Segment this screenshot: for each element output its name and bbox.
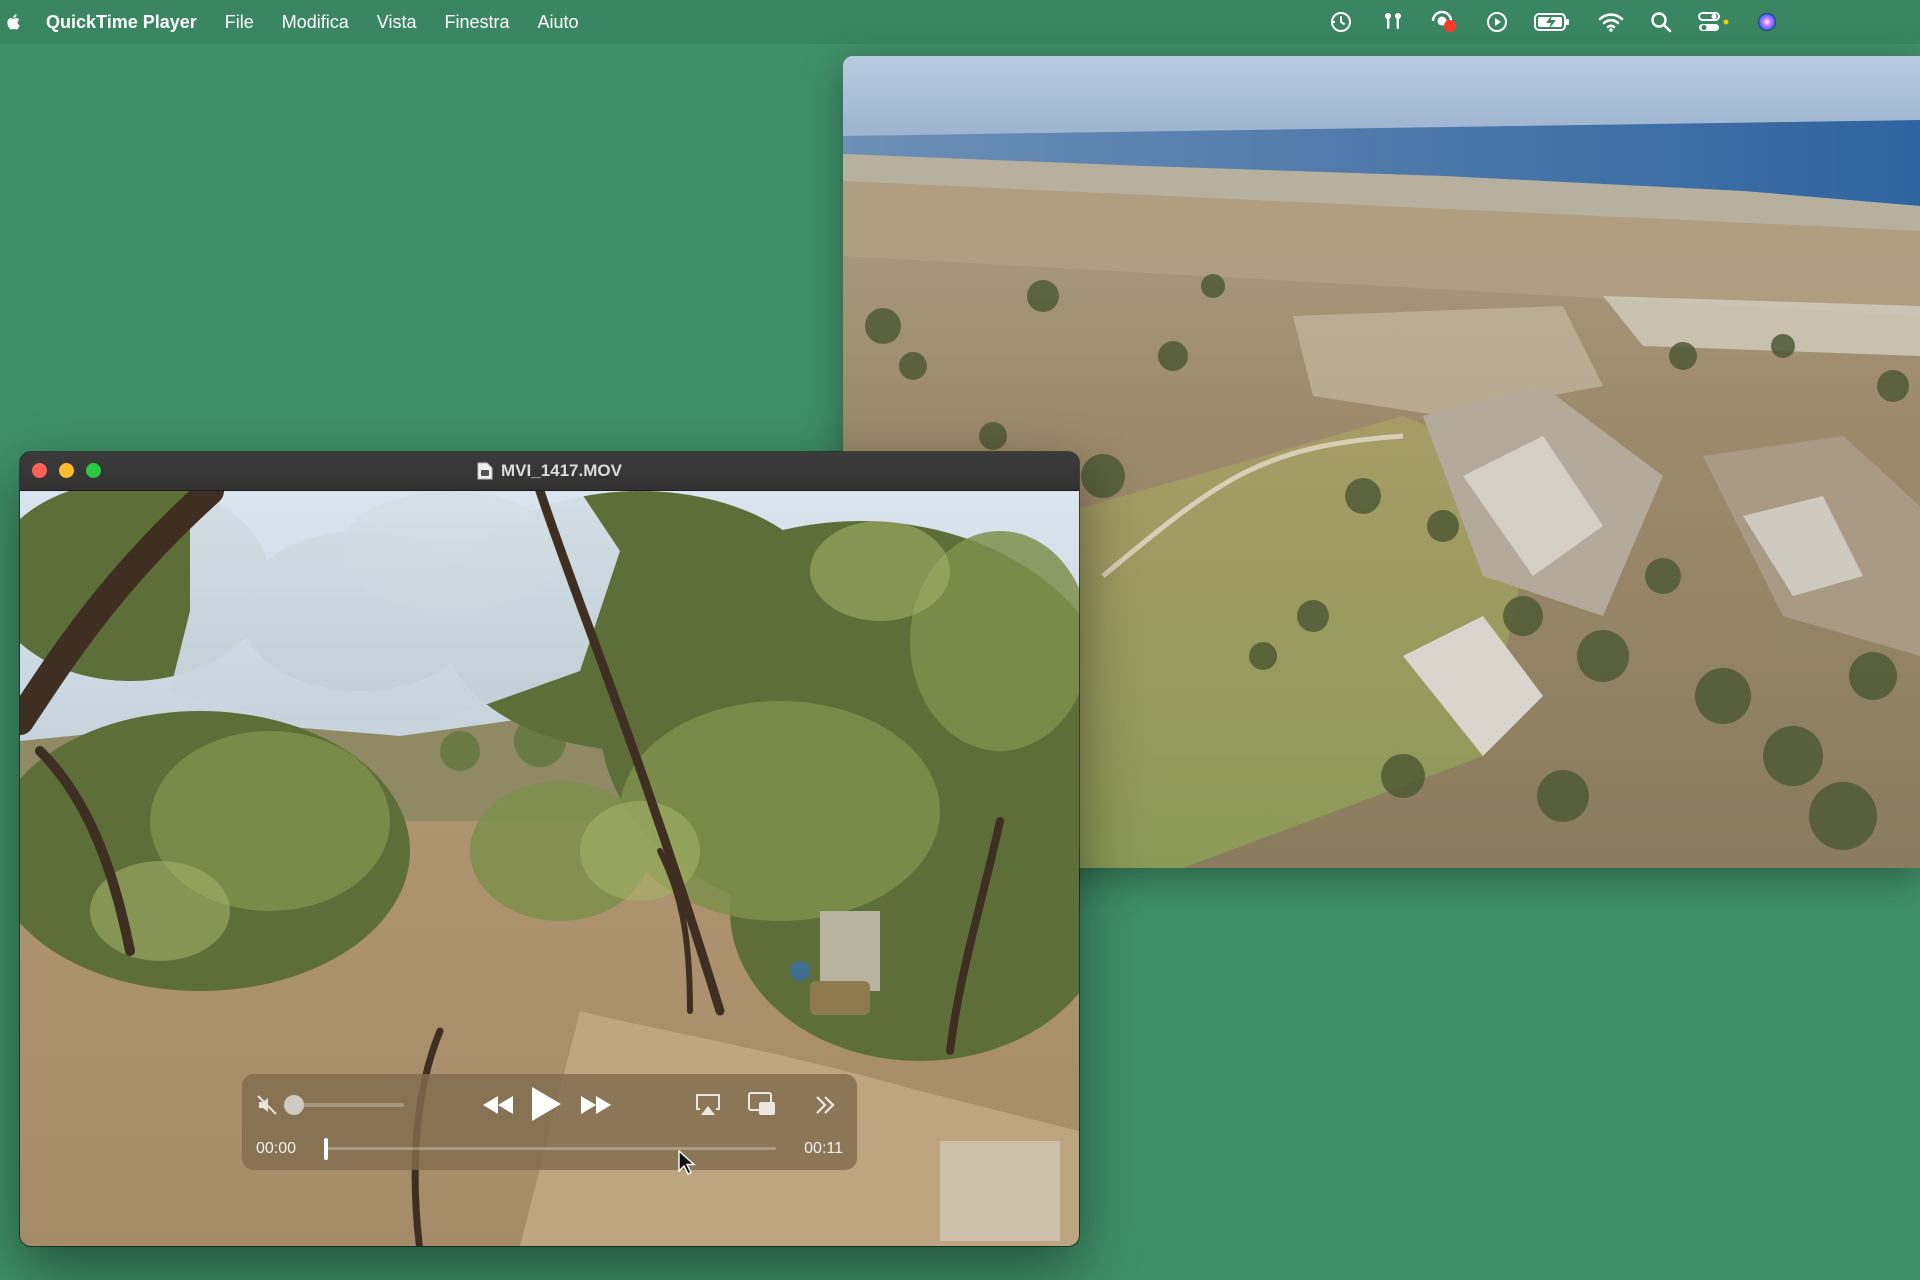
- menu-app-name[interactable]: QuickTime Player: [46, 0, 211, 44]
- window-title-bar[interactable]: MVI_1417.MOV: [20, 452, 1079, 491]
- picture-in-picture-button[interactable]: [746, 1090, 778, 1118]
- control-center-icon[interactable]: [1698, 9, 1730, 35]
- rewind-button[interactable]: [480, 1092, 516, 1118]
- quicktime-player-window[interactable]: MVI_1417.MOV 00:00 00:11: [20, 452, 1079, 1246]
- apple-menu-icon[interactable]: [4, 12, 24, 32]
- airplay-icon: [696, 1094, 720, 1115]
- speaker-muted-icon: [257, 1095, 277, 1115]
- menu-finestra[interactable]: Finestra: [431, 0, 524, 44]
- timeline-playhead[interactable]: [324, 1138, 328, 1160]
- wifi-icon[interactable]: [1598, 9, 1624, 35]
- menu-bar: QuickTime Player File Modifica Vista Fin…: [0, 0, 1920, 44]
- play-circle-icon[interactable]: [1484, 9, 1510, 35]
- siri-icon[interactable]: [1754, 9, 1780, 35]
- current-time: 00:00: [256, 1140, 297, 1157]
- timeline-scrubber-track[interactable]: [326, 1147, 776, 1150]
- airplay-button[interactable]: [694, 1092, 722, 1118]
- fast-forward-icon: [581, 1096, 611, 1114]
- window-title-group: MVI_1417.MOV: [20, 452, 1079, 490]
- rewind-icon: [483, 1096, 513, 1114]
- playback-controls: 00:00 00:11: [242, 1074, 857, 1170]
- play-icon: [532, 1087, 561, 1121]
- volume-slider-track[interactable]: [294, 1103, 404, 1107]
- spotlight-search-icon[interactable]: [1648, 9, 1674, 35]
- menu-file[interactable]: File: [211, 0, 268, 44]
- more-options-button[interactable]: [812, 1092, 838, 1118]
- fast-forward-button[interactable]: [578, 1092, 614, 1118]
- time-machine-icon[interactable]: [1328, 9, 1354, 35]
- picture-in-picture-icon: [748, 1092, 775, 1115]
- chevron-double-right-icon: [816, 1096, 835, 1114]
- mute-toggle[interactable]: [256, 1094, 280, 1116]
- duration-time: 00:11: [804, 1140, 843, 1157]
- movie-document-icon: [477, 462, 493, 480]
- window-title: MVI_1417.MOV: [501, 461, 622, 480]
- menu-bar-left: QuickTime Player File Modifica Vista Fin…: [0, 0, 593, 44]
- screen-recording-icon[interactable]: [1430, 9, 1460, 35]
- play-button[interactable]: [528, 1084, 564, 1124]
- volume-slider-knob[interactable]: [284, 1095, 304, 1115]
- menu-aiuto[interactable]: Aiuto: [524, 0, 593, 44]
- battery-charging-icon[interactable]: [1534, 9, 1570, 35]
- airpods-icon[interactable]: [1380, 9, 1406, 35]
- menu-bar-status: [1316, 0, 1920, 44]
- video-display[interactable]: 00:00 00:11: [20, 491, 1079, 1246]
- mouse-cursor-icon: [678, 1150, 696, 1175]
- menu-vista[interactable]: Vista: [363, 0, 431, 44]
- menu-modifica[interactable]: Modifica: [268, 0, 363, 44]
